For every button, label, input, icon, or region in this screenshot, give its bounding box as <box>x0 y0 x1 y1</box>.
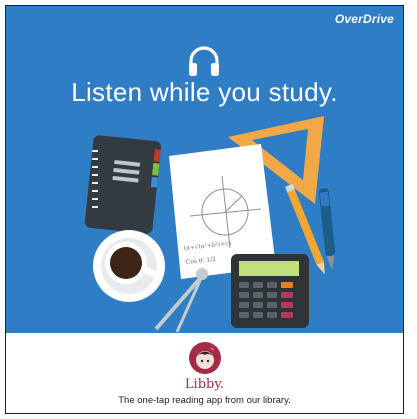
footer: Libby. The one-tap reading app from our … <box>6 333 403 413</box>
headphones-icon <box>189 46 219 76</box>
notebook <box>84 135 162 243</box>
study-illustration: (a+√(a²+b²)+c) Cos θ: 1/2 <box>84 116 336 333</box>
banner: OverDrive Listen while you study. (a+√(a… <box>6 6 403 333</box>
libby-name: Libby. <box>184 377 225 392</box>
tagline: The one-tap reading app from our library… <box>118 395 291 406</box>
overdrive-logo: OverDrive <box>334 12 394 26</box>
libby-logo-icon <box>189 342 221 374</box>
coffee-cup <box>93 230 165 302</box>
calculator <box>231 254 309 328</box>
ad-frame: OverDrive Listen while you study. (a+√(a… <box>5 5 404 414</box>
headline: Listen while you study. <box>71 77 338 107</box>
